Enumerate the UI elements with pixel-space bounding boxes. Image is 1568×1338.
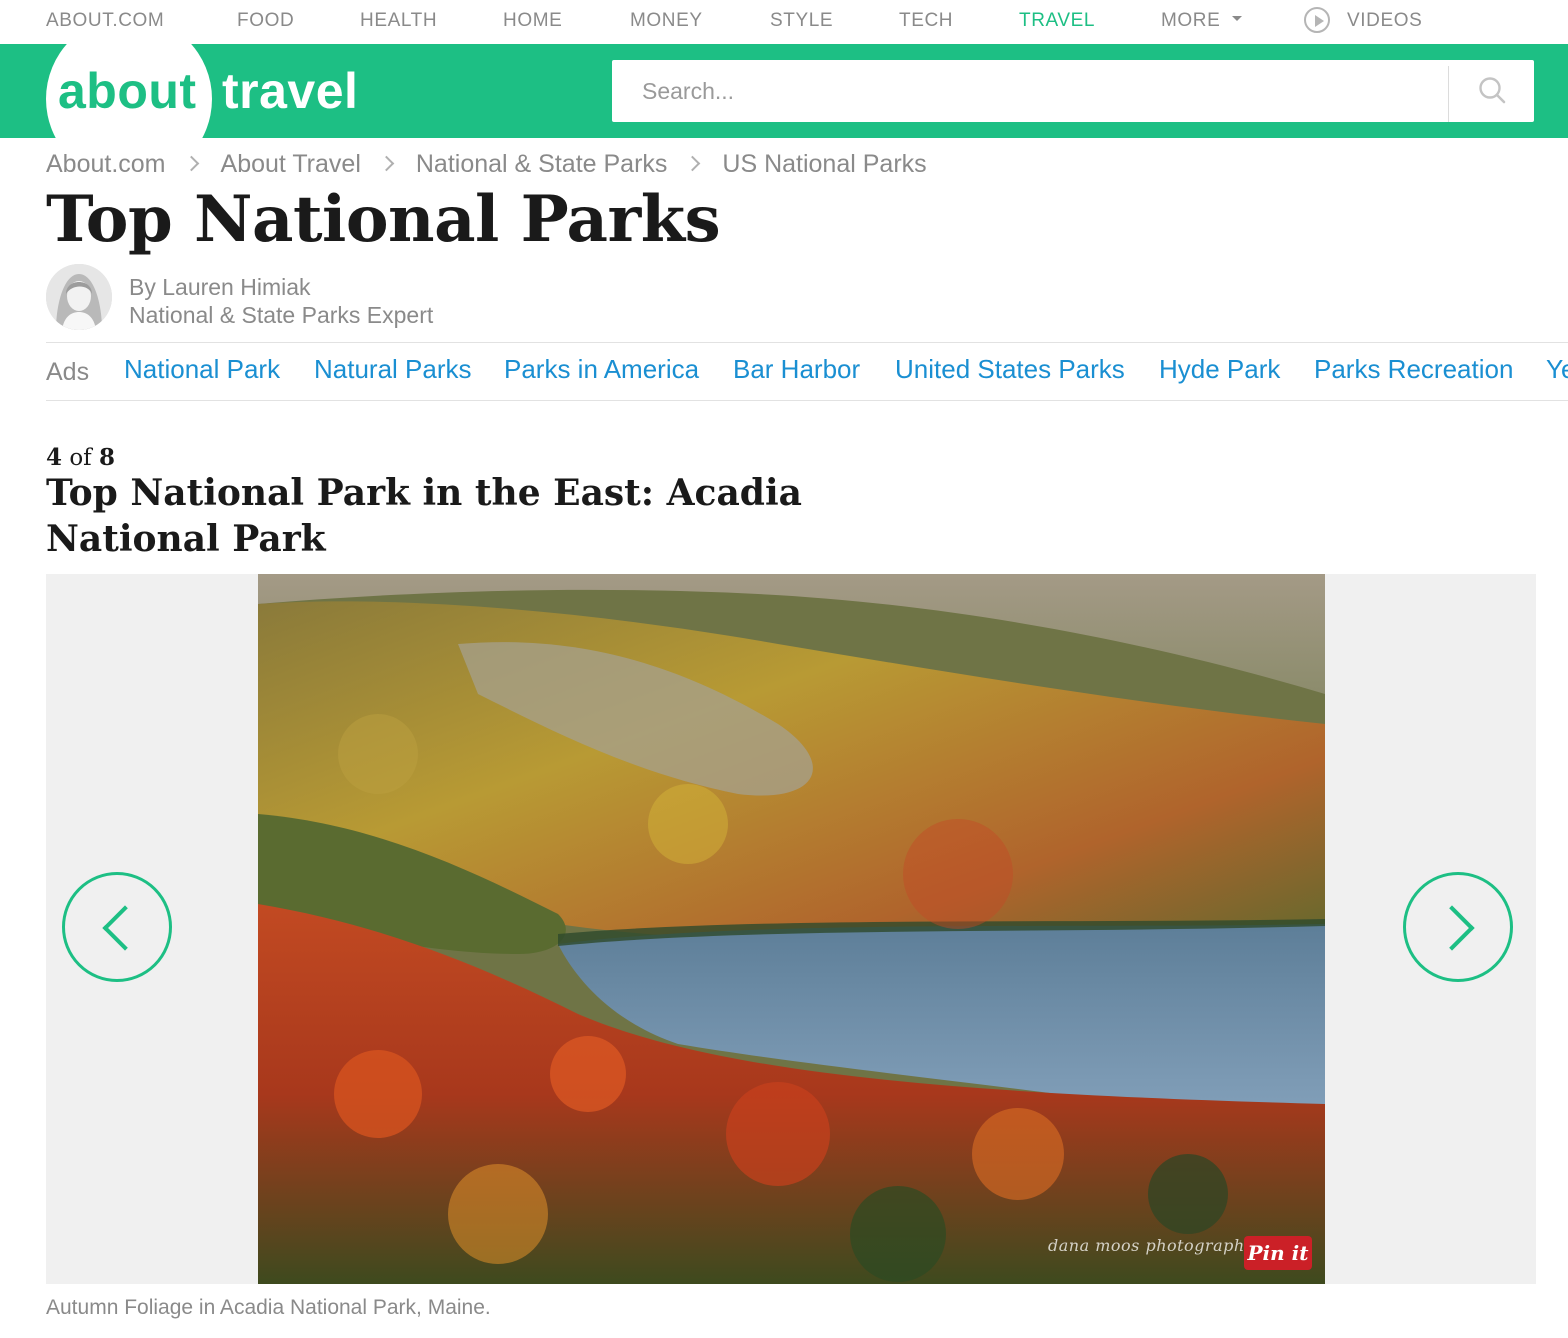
ad-link-parks-recreation[interactable]: Parks Recreation: [1314, 354, 1513, 385]
previous-slide-button[interactable]: [62, 872, 172, 982]
gallery: dana moos photography Pin it: [46, 574, 1536, 1284]
ads-divider-bottom: [46, 400, 1568, 401]
nav-food[interactable]: FOOD: [237, 10, 294, 32]
slide-of: of: [69, 445, 92, 471]
author-avatar[interactable]: [46, 264, 112, 330]
breadcrumb-about-com[interactable]: About.com: [46, 150, 166, 178]
breadcrumb: About.com About Travel National & State Pa…: [46, 150, 927, 179]
logo-travel[interactable]: travel: [222, 62, 358, 120]
ad-link-parks-in-america[interactable]: Parks in America: [504, 354, 699, 385]
breadcrumb-about-travel[interactable]: About Travel: [221, 150, 361, 178]
search-box: [612, 60, 1534, 122]
nav-about-com[interactable]: ABOUT.COM: [46, 10, 164, 32]
caret-down-icon: [1232, 16, 1243, 22]
nav-travel[interactable]: TRAVEL: [1019, 10, 1095, 32]
play-circle-icon[interactable]: [1304, 7, 1330, 33]
breadcrumb-us-national-parks[interactable]: US National Parks: [722, 150, 926, 178]
chevron-right-icon: [183, 155, 199, 172]
breadcrumb-national-state-parks[interactable]: National & State Parks: [416, 150, 668, 178]
ad-link-united-states-parks[interactable]: United States Parks: [895, 354, 1125, 385]
brand-bar: about travel: [0, 44, 1568, 138]
photo-caption: Autumn Foliage in Acadia National Park, …: [46, 1296, 491, 1319]
nav-videos[interactable]: VIDEOS: [1347, 10, 1422, 32]
photo-watermark: dana moos photography: [1048, 1236, 1255, 1255]
nav-home[interactable]: HOME: [503, 10, 562, 32]
ad-link-natural-parks[interactable]: Natural Parks: [314, 354, 472, 385]
acadia-foliage-image: [258, 574, 1325, 1284]
chevron-right-icon: [1429, 905, 1475, 951]
slide-counter: 4 of 8: [46, 444, 115, 471]
search-divider: [1448, 66, 1449, 122]
pin-it-button[interactable]: Pin it: [1244, 1236, 1312, 1270]
chevron-right-icon: [685, 155, 701, 172]
ads-divider-top: [46, 342, 1568, 343]
logo-about[interactable]: about: [58, 62, 197, 120]
author-role: National & State Parks Expert: [129, 302, 434, 328]
ad-link-truncated[interactable]: Ye: [1546, 354, 1568, 385]
author-name[interactable]: By Lauren Himiak: [129, 274, 311, 301]
ad-link-hyde-park[interactable]: Hyde Park: [1159, 354, 1280, 385]
search-input[interactable]: [612, 60, 1448, 122]
nav-style[interactable]: STYLE: [770, 10, 833, 32]
nav-more-label: MORE: [1161, 10, 1221, 31]
nav-money[interactable]: MONEY: [630, 10, 703, 32]
slide-title: Top National Park in the East: Acadia Na…: [46, 472, 802, 560]
search-button[interactable]: [1450, 60, 1534, 122]
avatar-portrait: [46, 264, 112, 330]
ad-link-bar-harbor[interactable]: Bar Harbor: [733, 354, 860, 385]
nav-health[interactable]: HEALTH: [360, 10, 437, 32]
ads-label: Ads: [46, 358, 90, 386]
chevron-left-icon: [102, 905, 148, 951]
chevron-right-icon: [378, 155, 395, 172]
slide-photo[interactable]: dana moos photography Pin it: [258, 574, 1325, 1284]
slide-total: 8: [99, 444, 116, 471]
page-title: Top National Parks: [46, 182, 721, 257]
slide-current: 4: [46, 444, 63, 471]
search-icon: [1479, 77, 1506, 104]
nav-more[interactable]: MORE: [1161, 10, 1243, 32]
next-slide-button[interactable]: [1403, 872, 1513, 982]
top-nav: ABOUT.COM FOOD HEALTH HOME MONEY STYLE T…: [0, 0, 1568, 44]
nav-tech[interactable]: TECH: [899, 10, 953, 32]
ad-link-national-park[interactable]: National Park: [124, 354, 280, 385]
